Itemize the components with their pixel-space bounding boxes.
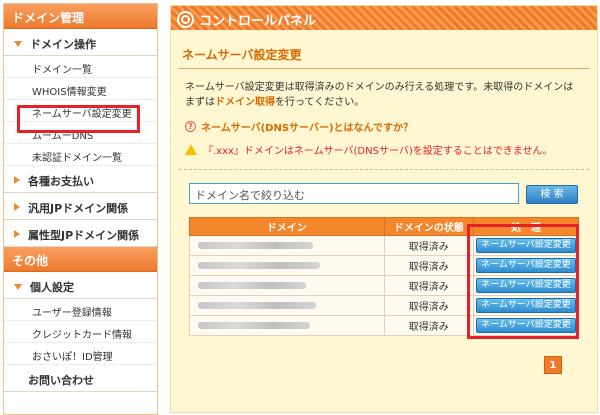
sidebar-section-domain-ops[interactable]: ドメイン操作: [4, 29, 157, 56]
caret-right-icon: [14, 230, 20, 238]
domain-cell-blurred: [189, 255, 385, 276]
sidebar-item-osaipo-id[interactable]: おさいぽ！ID管理: [4, 343, 157, 365]
domain-cell-blurred: [189, 275, 385, 296]
panel-header: コントロールパネル: [171, 6, 597, 30]
domain-acquire-link[interactable]: ドメイン取得: [215, 97, 275, 108]
status-cell: 取得済み: [383, 295, 475, 316]
warning-message: 『.xxx』ドメインはネームサーバ(DNSサーバ)を設定することはできません。: [185, 142, 552, 157]
status-cell: 取得済み: [383, 315, 475, 336]
column-header-status: ドメインの状態: [383, 217, 475, 236]
status-cell: 取得済み: [383, 235, 475, 256]
caret-right-icon: [14, 203, 20, 211]
sidebar-item-whois[interactable]: WHOIS情報変更: [4, 78, 157, 100]
caret-right-icon: [14, 176, 20, 184]
status-cell: 取得済み: [383, 275, 475, 296]
search-button[interactable]: 検 索: [526, 185, 578, 204]
domain-cell-blurred: [189, 295, 385, 316]
question-icon: ?: [185, 121, 196, 132]
sidebar-item-user-info[interactable]: ユーザー登録情報: [4, 299, 157, 321]
sidebar-section-general-jp[interactable]: 汎用JPドメイン関係: [4, 193, 157, 220]
caret-down-icon: [14, 41, 22, 47]
divider: [179, 68, 589, 69]
gear-icon: [177, 11, 194, 28]
status-cell: 取得済み: [383, 255, 475, 276]
sidebar-item-domain-list[interactable]: ドメイン一覧: [4, 56, 157, 78]
warning-icon: [185, 144, 197, 155]
domain-cell-blurred: [189, 235, 385, 256]
sidebar-section-personal[interactable]: 個人設定: [4, 272, 157, 299]
highlight-box-actions: [467, 224, 579, 339]
page-title: ネームサーバ設定変更: [182, 48, 302, 62]
search-input[interactable]: ドメイン名で絞り込む: [189, 183, 519, 204]
sidebar: ドメイン管理 ドメイン操作 ドメイン一覧 WHOIS情報変更 ネームサーバ設定変…: [3, 3, 158, 415]
control-panel: コントロールパネル ネームサーバ設定変更 ネームサーバ設定変更は取得済みのドメイ…: [170, 5, 598, 413]
column-header-domain: ドメイン: [189, 217, 385, 236]
highlight-box-sidebar: [17, 105, 140, 133]
domain-cell-blurred: [189, 315, 385, 336]
sidebar-item-contact[interactable]: お問い合わせ: [4, 365, 157, 392]
caret-down-icon: [14, 284, 22, 290]
pagination-page-1[interactable]: 1: [544, 356, 562, 374]
sidebar-section-payments[interactable]: 各種お支払い: [4, 166, 157, 193]
sidebar-item-credit-card[interactable]: クレジットカード情報: [4, 321, 157, 343]
sidebar-header: ドメイン管理: [4, 4, 157, 29]
description: ネームサーバ設定変更は取得済みのドメインのみ行える処理です。未取得のドメインは …: [185, 82, 574, 108]
faq-link[interactable]: ? ネームサーバ(DNSサーバー)とはなんですか？: [185, 119, 413, 134]
dashed-divider: [179, 169, 589, 170]
sidebar-other-header: その他: [4, 247, 157, 272]
sidebar-item-unverified[interactable]: 未認証ドメイン一覧: [4, 144, 157, 166]
sidebar-section-attribute-jp[interactable]: 属性型JPドメイン関係: [4, 220, 157, 247]
